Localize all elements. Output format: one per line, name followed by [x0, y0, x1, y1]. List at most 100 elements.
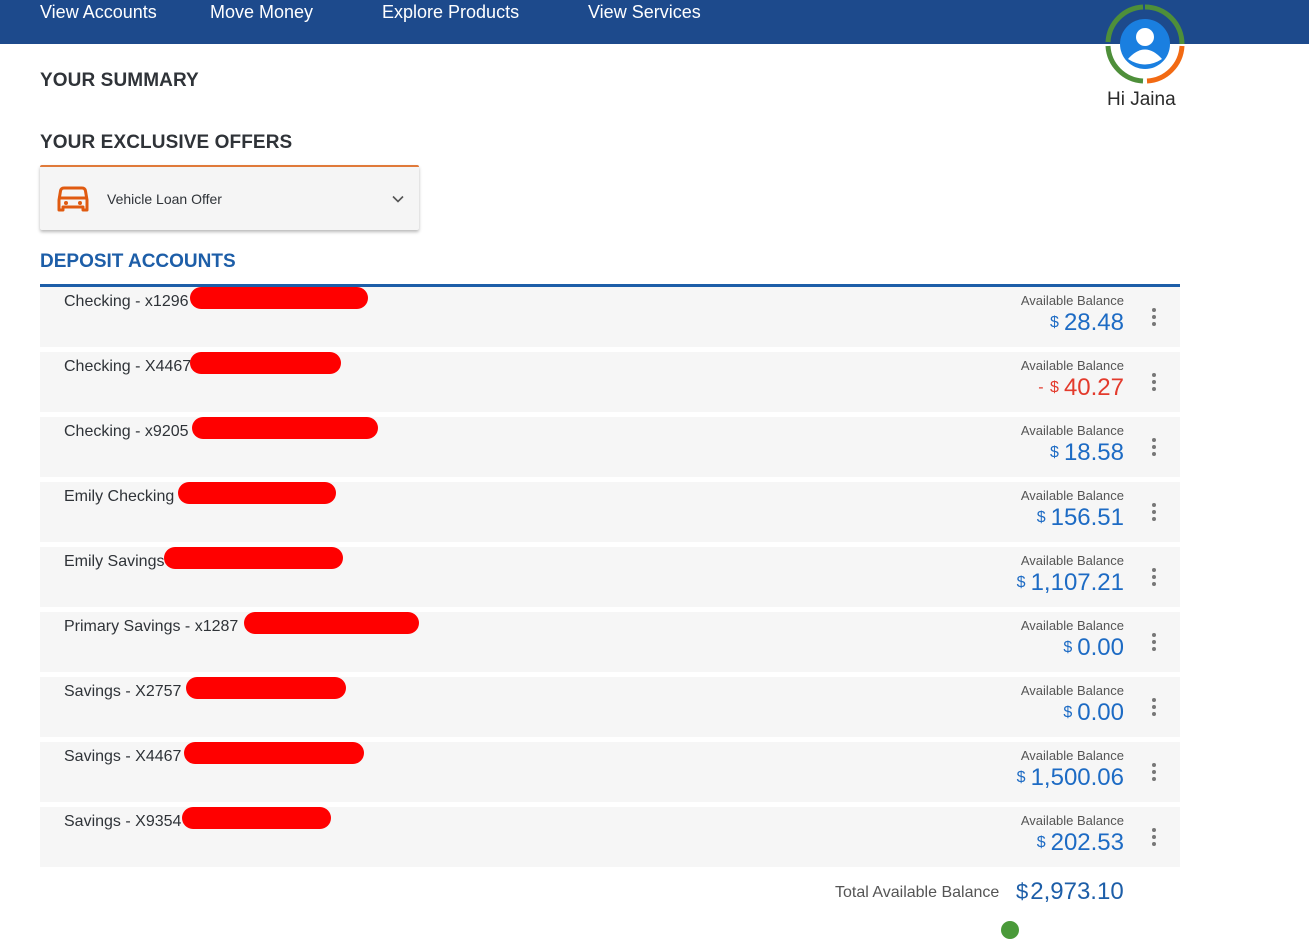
currency-symbol: $ — [1050, 444, 1059, 461]
more-options-icon[interactable] — [1148, 826, 1160, 848]
balance-value: 156.51 — [1050, 504, 1124, 531]
available-balance-label: Available Balance — [1020, 293, 1124, 308]
balance-value: 0.00 — [1077, 699, 1124, 726]
available-balance-amount: $1,107.21 — [1017, 569, 1124, 597]
available-balance-label: Available Balance — [1020, 618, 1124, 633]
user-greeting: Hi Jaina — [1107, 89, 1176, 110]
user-avatar-icon[interactable] — [1105, 4, 1185, 84]
car-icon — [57, 186, 89, 212]
more-options-icon[interactable] — [1148, 761, 1160, 783]
redaction-mark — [184, 742, 364, 764]
account-row[interactable]: Emily Savings Available Balance $1,107.21 — [40, 547, 1180, 607]
deposit-accounts-title: DEPOSIT ACCOUNTS — [40, 251, 236, 272]
account-row[interactable]: Checking - x1296 Available Balance $28.48 — [40, 287, 1180, 347]
vehicle-loan-offer-card[interactable]: Vehicle Loan Offer — [40, 165, 419, 230]
account-name[interactable]: Checking - x1296 — [64, 293, 189, 311]
account-row[interactable]: Savings - X2757 Available Balance $0.00 — [40, 677, 1180, 737]
currency-symbol: $ — [1063, 704, 1073, 721]
available-balance-amount: $0.00 — [1063, 699, 1124, 727]
balance-value: 202.53 — [1050, 829, 1124, 856]
currency-symbol: $ — [1016, 574, 1026, 591]
balance-value: 40.27 — [1063, 374, 1124, 401]
account-name[interactable]: Emily Savings — [64, 553, 164, 571]
offer-label: Vehicle Loan Offer — [107, 191, 222, 207]
account-name[interactable]: Emily Checking — [64, 488, 174, 506]
account-name[interactable]: Checking - X4467 — [64, 358, 191, 376]
kebab-dot — [1152, 568, 1156, 572]
kebab-dot — [1152, 452, 1156, 456]
kebab-dot — [1152, 517, 1156, 521]
account-name[interactable]: Savings - X2757 — [64, 683, 181, 701]
currency-symbol: $ — [1016, 769, 1026, 786]
kebab-dot — [1152, 842, 1156, 846]
kebab-dot — [1152, 387, 1156, 391]
nav-explore-products[interactable]: Explore Products — [382, 1, 519, 23]
redaction-mark — [164, 547, 343, 569]
kebab-dot — [1152, 510, 1156, 514]
balance-value: 1,500.06 — [1030, 764, 1124, 791]
account-name[interactable]: Savings - X9354 — [64, 813, 181, 831]
nav-view-services[interactable]: View Services — [588, 1, 701, 23]
account-row[interactable]: Primary Savings - x1287 Available Balance… — [40, 612, 1180, 672]
available-balance-label: Available Balance — [1020, 553, 1124, 568]
nav-view-accounts[interactable]: View Accounts — [40, 1, 157, 23]
account-row[interactable]: Emily Checking Available Balance $156.51 — [40, 482, 1180, 542]
available-balance-amount: $18.58 — [1050, 439, 1124, 467]
more-options-icon[interactable] — [1148, 306, 1160, 328]
account-row[interactable]: Savings - X9354 Available Balance $202.53 — [40, 807, 1180, 867]
profile-menu[interactable] — [1100, 4, 1190, 84]
more-options-icon[interactable] — [1148, 436, 1160, 458]
more-options-icon[interactable] — [1148, 631, 1160, 653]
more-options-icon[interactable] — [1148, 696, 1160, 718]
kebab-dot — [1152, 828, 1156, 832]
kebab-dot — [1152, 582, 1156, 586]
account-name[interactable]: Checking - x9205 — [64, 423, 189, 441]
currency-symbol: $ — [1050, 314, 1059, 331]
more-options-icon[interactable] — [1148, 566, 1160, 588]
kebab-dot — [1152, 503, 1156, 507]
kebab-dot — [1152, 763, 1156, 767]
kebab-dot — [1152, 380, 1156, 384]
available-balance-label: Available Balance — [1020, 748, 1124, 763]
more-options-icon[interactable] — [1148, 501, 1160, 523]
available-balance-amount: - $40.27 — [1038, 374, 1124, 402]
kebab-dot — [1152, 640, 1156, 644]
available-balance-amount: $1,500.06 — [1017, 764, 1124, 792]
kebab-dot — [1152, 835, 1156, 839]
redaction-mark — [192, 417, 378, 439]
chevron-down-icon[interactable] — [392, 195, 404, 203]
redaction-mark — [244, 612, 419, 634]
status-check-icon — [1001, 921, 1019, 939]
currency-symbol: $ — [1050, 379, 1059, 396]
balance-value: 1,107.21 — [1030, 569, 1124, 596]
balance-value: 0.00 — [1077, 634, 1124, 661]
account-name[interactable]: Primary Savings - x1287 — [64, 618, 238, 636]
total-balance-label: Total Available Balance — [835, 884, 1000, 901]
available-balance-label: Available Balance — [1020, 358, 1124, 373]
kebab-dot — [1152, 315, 1156, 319]
redaction-mark — [190, 352, 341, 374]
redaction-mark — [182, 807, 331, 829]
total-balance-value: 2,973.10 — [1030, 878, 1124, 905]
total-balance-amount: $2,973.10 — [1016, 878, 1124, 906]
kebab-dot — [1152, 647, 1156, 651]
available-balance-label: Available Balance — [1020, 683, 1124, 698]
redaction-mark — [178, 482, 336, 504]
available-balance-amount: $28.48 — [1050, 309, 1124, 337]
offers-title: YOUR EXCLUSIVE OFFERS — [40, 132, 293, 153]
account-name[interactable]: Savings - X4467 — [64, 748, 181, 766]
summary-title: YOUR SUMMARY — [40, 70, 199, 91]
account-row[interactable]: Checking - x9205 Available Balance $18.58 — [40, 417, 1180, 477]
currency-symbol: $ — [1036, 834, 1046, 851]
currency-symbol: $ — [1016, 879, 1029, 904]
deposit-account-list: Checking - x1296 Available Balance $28.48 C… — [40, 287, 1180, 872]
account-row[interactable]: Checking - X4467 Available Balance - $40.2… — [40, 352, 1180, 412]
balance-value: 18.58 — [1063, 439, 1124, 466]
redaction-mark — [190, 287, 368, 309]
kebab-dot — [1152, 705, 1156, 709]
account-row[interactable]: Savings - X4467 Available Balance $1,500.0… — [40, 742, 1180, 802]
kebab-dot — [1152, 322, 1156, 326]
nav-move-money[interactable]: Move Money — [210, 1, 313, 23]
more-options-icon[interactable] — [1148, 371, 1160, 393]
kebab-dot — [1152, 308, 1156, 312]
